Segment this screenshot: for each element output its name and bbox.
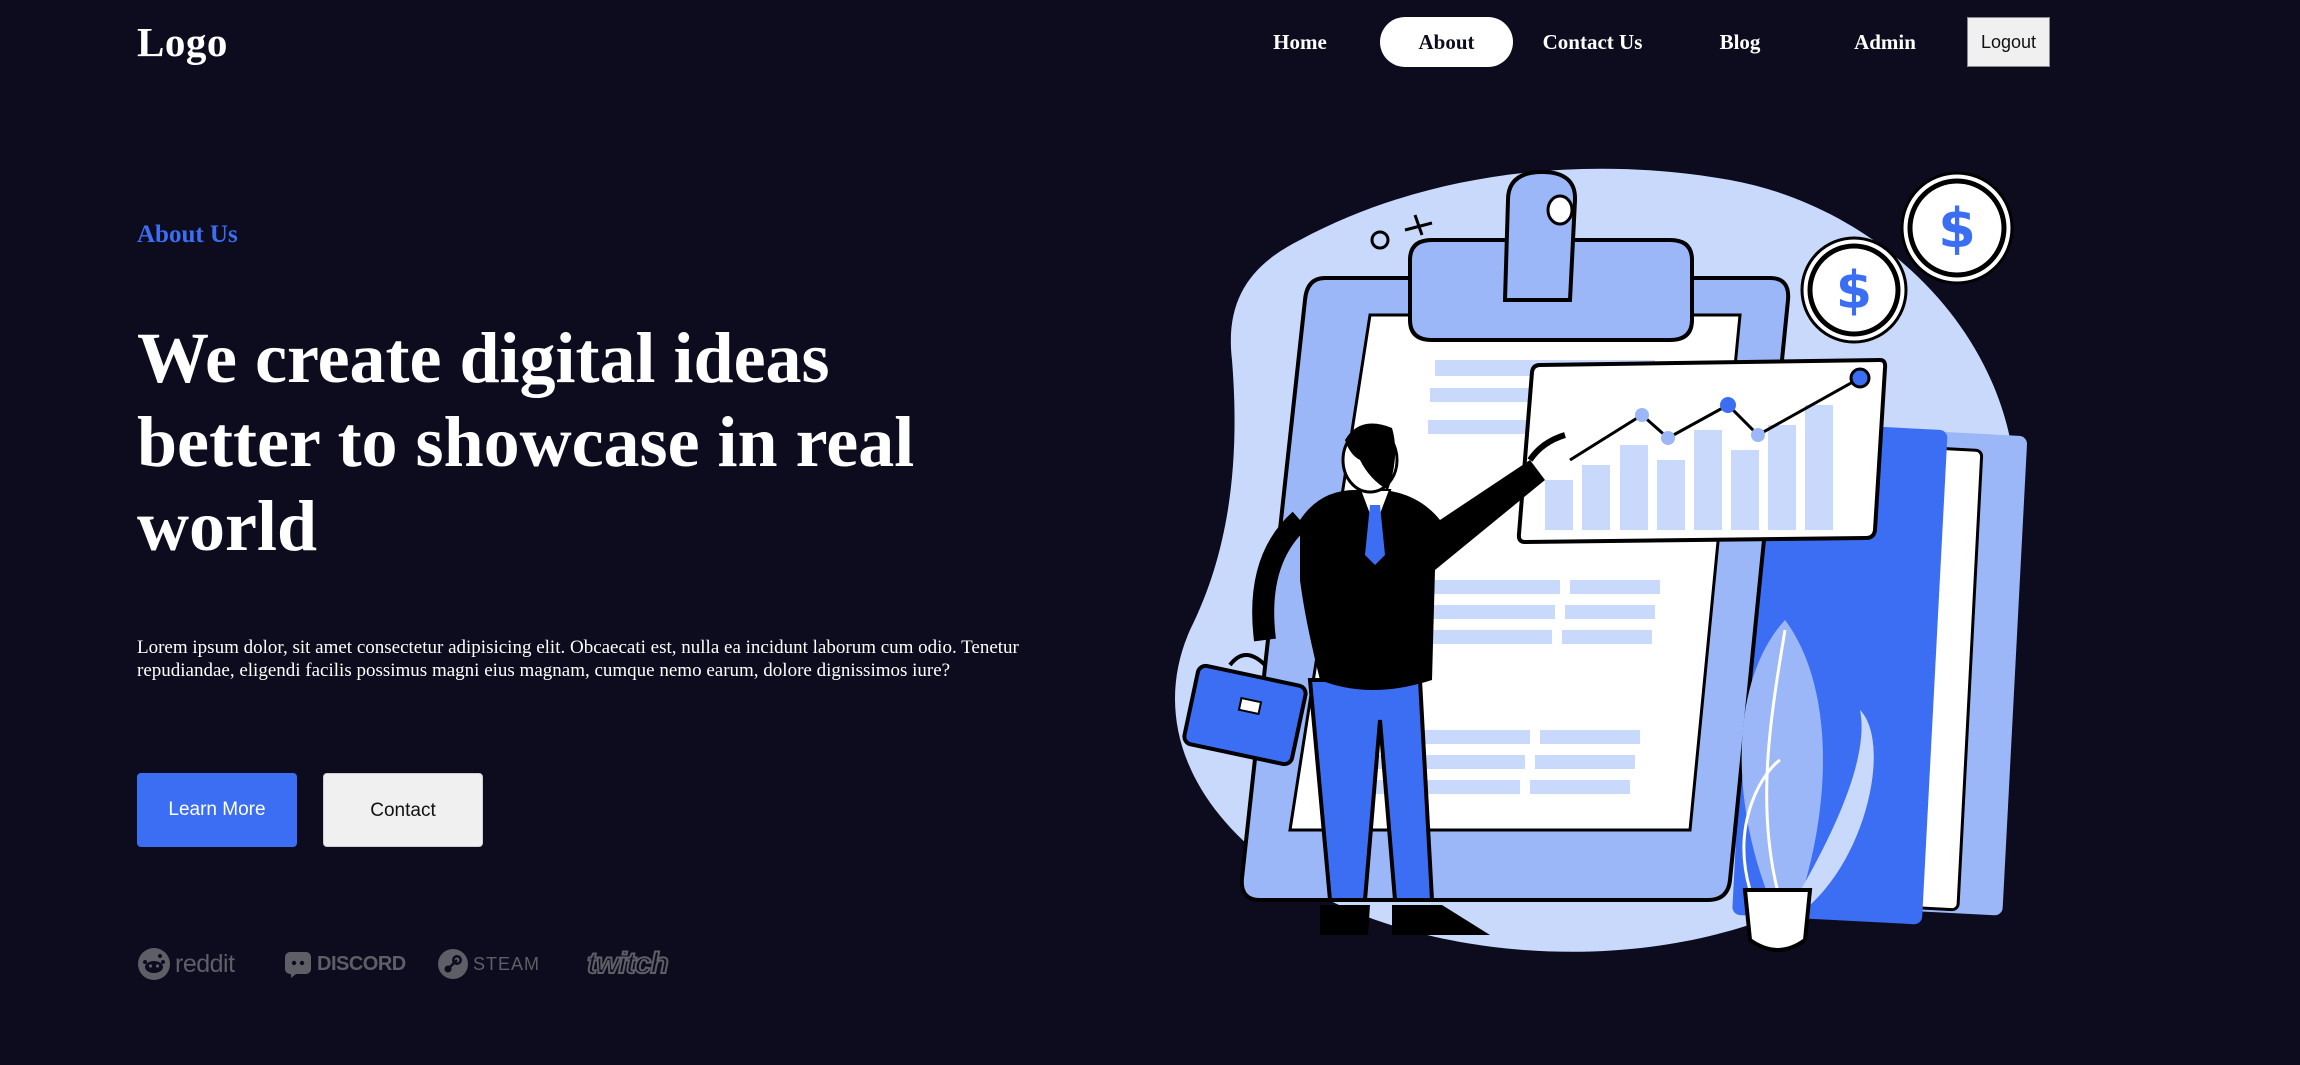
headline-line-3: world — [137, 486, 317, 566]
learn-more-button[interactable]: Learn More — [137, 773, 297, 847]
brand-steam: STEAM — [437, 944, 540, 984]
section-eyebrow: About Us — [137, 221, 238, 248]
contact-button[interactable]: Contact — [323, 773, 483, 847]
brand-reddit: reddit — [137, 944, 235, 984]
brand-reddit-label: reddit — [175, 949, 235, 978]
logout-button[interactable]: Logout — [1967, 17, 2050, 67]
brand-steam-label: STEAM — [473, 953, 541, 974]
twitch-icon: twitch — [586, 946, 670, 981]
nav-admin[interactable]: Admin — [1835, 17, 1935, 67]
nav-blog[interactable]: Blog — [1690, 17, 1790, 67]
hero-description: Lorem ipsum dolor, sit amet consectetur … — [137, 637, 1019, 681]
nav-about[interactable]: About — [1380, 17, 1513, 67]
steam-icon — [438, 949, 468, 979]
brand-discord: DISCORD — [283, 944, 406, 984]
nav-home[interactable]: Home — [1245, 17, 1355, 67]
discord-icon — [285, 952, 311, 978]
dollar-coin-icon-2: $ — [1900, 171, 2014, 285]
brand-twitch: twitch — [586, 944, 670, 984]
main-nav: Home About Contact Us Blog Admin Logout — [0, 17, 2300, 67]
svg-text:$: $ — [1836, 261, 1872, 321]
business-analytics-illustration: $ $ — [1175, 168, 2027, 952]
reddit-icon — [138, 948, 170, 980]
nav-contact-us[interactable]: Contact Us — [1525, 17, 1660, 67]
svg-text:$: $ — [1938, 197, 1976, 260]
hero-headline: We create digital ideas better to showca… — [137, 316, 1037, 568]
headline-line-1: We create digital ideas — [137, 318, 830, 398]
brand-discord-label: DISCORD — [317, 952, 406, 975]
dollar-coin-icon: $ — [1800, 236, 1908, 344]
clipboard-clip-top — [1502, 169, 1578, 302]
headline-line-2: better to showcase in real — [137, 402, 915, 482]
